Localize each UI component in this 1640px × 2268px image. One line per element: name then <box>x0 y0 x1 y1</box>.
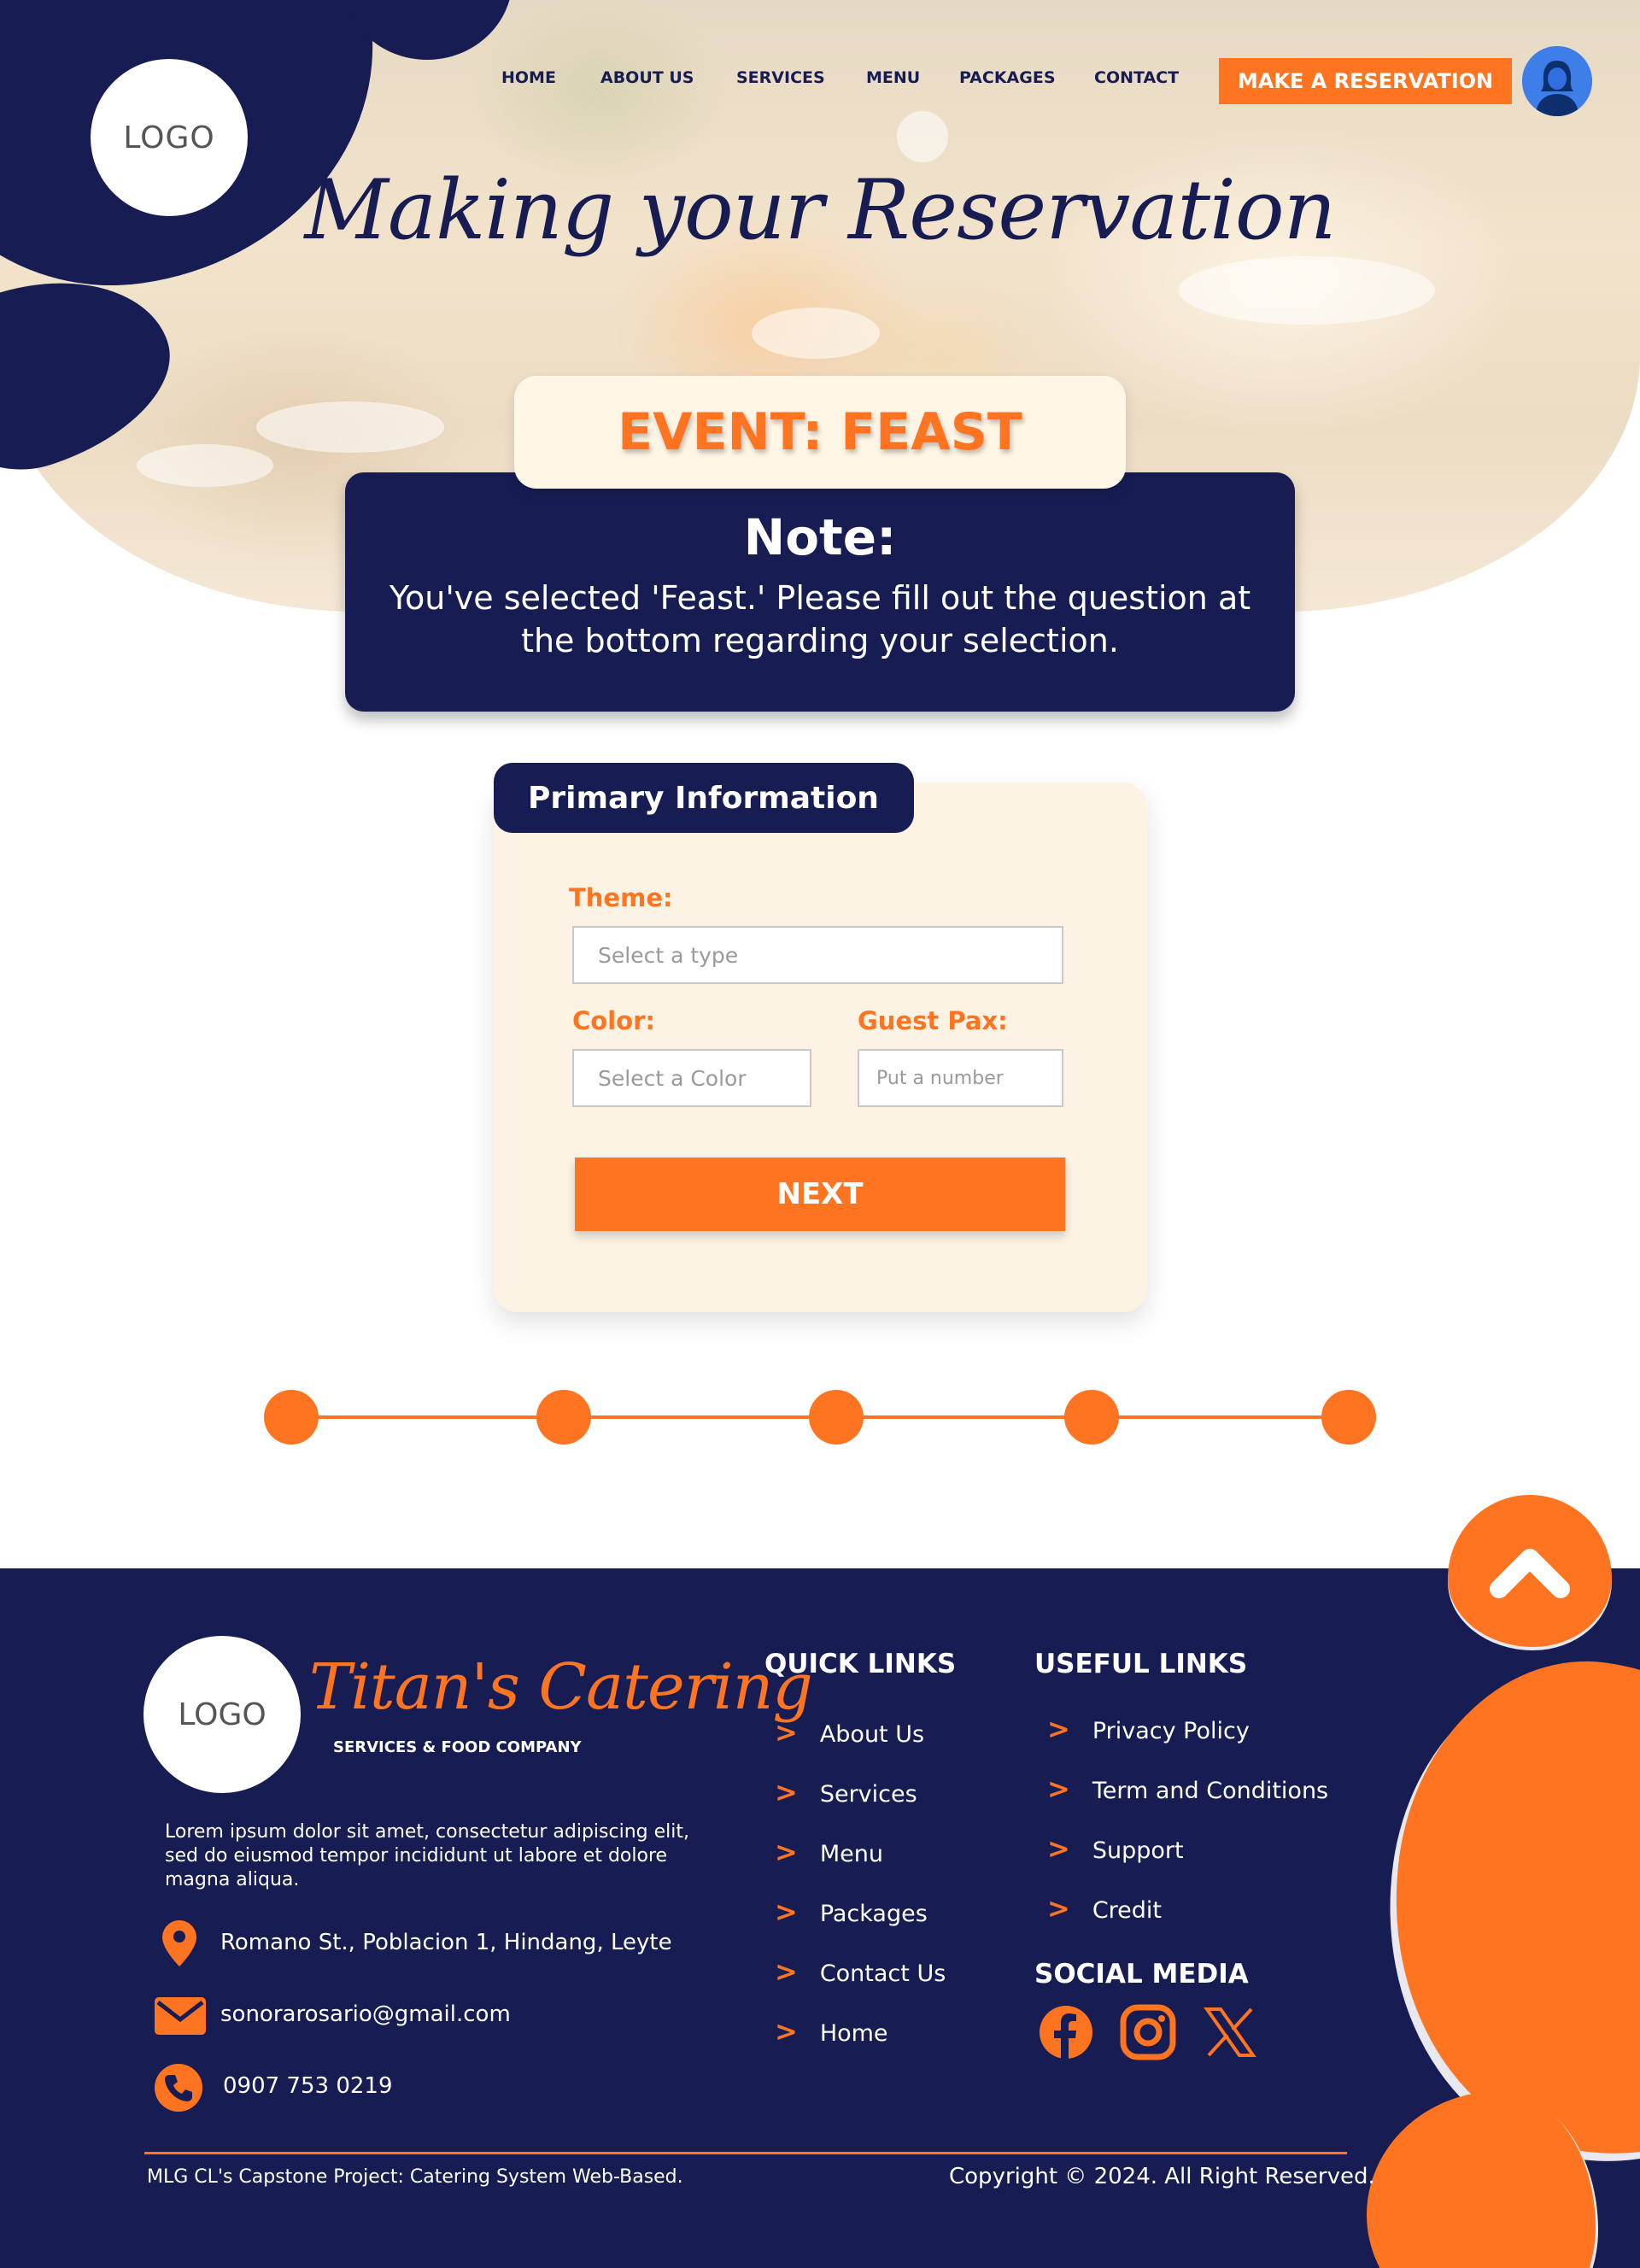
chevron-right-icon: > <box>775 1836 798 1868</box>
event-title: EVENT: FEAST <box>618 402 1022 462</box>
chevron-right-icon: > <box>775 1955 798 1988</box>
theme-select[interactable]: Select a type <box>572 926 1063 984</box>
step-5[interactable] <box>1321 1390 1376 1445</box>
color-label: Color: <box>572 1006 655 1035</box>
location-pin-icon <box>162 1920 196 1966</box>
brand-tagline: SERVICES & FOOD COMPANY <box>333 1738 582 1756</box>
quick-link-menu[interactable]: > Menu <box>775 1836 883 1868</box>
quick-link-home[interactable]: > Home <box>775 2015 888 2048</box>
hero-decor <box>1179 256 1435 325</box>
quick-link-label: Services <box>819 1781 917 1808</box>
useful-link-credit[interactable]: > Credit <box>1047 1892 1162 1925</box>
quick-link-label: Home <box>819 2020 888 2047</box>
hero-decor <box>256 401 444 453</box>
nav-packages[interactable]: PACKAGES <box>959 68 1056 87</box>
footer-address: Romano St., Poblacion 1, Hindang, Leyte <box>220 1930 672 1955</box>
guest-pax-input[interactable]: Put a number <box>858 1049 1063 1107</box>
chevron-up-icon <box>1490 1549 1570 1598</box>
next-button[interactable]: NEXT <box>575 1157 1065 1231</box>
quick-link-label: Contact Us <box>819 1960 946 1987</box>
event-banner: EVENT: FEAST <box>514 376 1126 489</box>
chevron-right-icon: > <box>1047 1832 1070 1865</box>
quick-links-title: QUICK LINKS <box>764 1649 957 1679</box>
reservation-form-card <box>494 782 1147 1312</box>
nav-services[interactable]: SERVICES <box>736 68 825 87</box>
useful-link-label: Support <box>1092 1837 1184 1864</box>
useful-links-title: USEFUL LINKS <box>1034 1649 1248 1679</box>
quick-link-label: Menu <box>819 1841 883 1867</box>
useful-link-support[interactable]: > Support <box>1047 1832 1184 1865</box>
nav-about-us[interactable]: ABOUT US <box>600 68 694 87</box>
page-title: Making your Reservation <box>304 162 1337 258</box>
chevron-right-icon: > <box>1047 1773 1070 1805</box>
footer-description: Lorem ipsum dolor sit amet, consectetur … <box>165 1821 689 1890</box>
hero-decor <box>897 111 948 162</box>
theme-label: Theme: <box>569 883 673 912</box>
guest-pax-label: Guest Pax: <box>858 1006 1008 1035</box>
phone-icon <box>155 2064 202 2112</box>
step-3[interactable] <box>809 1390 864 1445</box>
step-2[interactable] <box>536 1390 591 1445</box>
scroll-to-top-button[interactable] <box>1448 1495 1612 1647</box>
color-select[interactable]: Select a Color <box>572 1049 811 1107</box>
footer-email[interactable]: sonorarosario@gmail.com <box>220 2001 511 2027</box>
footer-logo[interactable]: LOGO <box>144 1636 301 1793</box>
instagram-icon[interactable] <box>1120 2004 1176 2060</box>
brand-name: Titan's Catering <box>309 1650 813 1724</box>
quick-link-about-us[interactable]: > About Us <box>775 1716 924 1749</box>
chevron-right-icon: > <box>775 1896 798 1928</box>
step-1[interactable] <box>264 1390 319 1445</box>
footer-phone[interactable]: 0907 753 0219 <box>223 2073 393 2099</box>
x-icon[interactable] <box>1202 2004 1258 2060</box>
project-credit: MLG CL's Capstone Project: Catering Syst… <box>147 2166 683 2188</box>
nav-home[interactable]: HOME <box>501 68 556 87</box>
nav-contact[interactable]: CONTACT <box>1094 68 1179 87</box>
useful-link-label: Credit <box>1092 1897 1163 1924</box>
footer-divider <box>144 2152 1347 2154</box>
quick-link-services[interactable]: > Services <box>775 1776 917 1808</box>
nav-menu[interactable]: MENU <box>866 68 920 87</box>
quick-link-label: Packages <box>819 1901 928 1927</box>
email-icon <box>155 1997 206 2035</box>
note-title: Note: <box>743 508 897 566</box>
copyright: Copyright © 2024. All Right Reserved. <box>949 2164 1375 2189</box>
chevron-right-icon: > <box>775 1716 798 1749</box>
social-media-title: SOCIAL MEDIA <box>1034 1959 1249 1990</box>
user-avatar-icon[interactable] <box>1522 46 1592 116</box>
quick-link-contact-us[interactable]: > Contact Us <box>775 1955 946 1988</box>
note-box: Note: You've selected 'Feast.' Please fi… <box>345 472 1295 712</box>
chevron-right-icon: > <box>775 1776 798 1808</box>
useful-link-privacy-policy[interactable]: > Privacy Policy <box>1047 1713 1250 1745</box>
useful-link-label: Term and Conditions <box>1092 1778 1329 1804</box>
useful-link-label: Privacy Policy <box>1092 1718 1250 1744</box>
quick-link-label: About Us <box>819 1721 925 1748</box>
hero-decor <box>137 444 273 487</box>
note-text: You've selected 'Feast.' Please fill out… <box>389 579 1251 659</box>
useful-link-terms[interactable]: > Term and Conditions <box>1047 1773 1328 1805</box>
hero-decor <box>752 308 880 359</box>
facebook-icon[interactable] <box>1038 2004 1094 2060</box>
form-section-title: Primary Information <box>494 763 914 833</box>
chevron-right-icon: > <box>1047 1892 1070 1925</box>
step-4[interactable] <box>1064 1390 1119 1445</box>
chevron-right-icon: > <box>775 2015 798 2048</box>
quick-link-packages[interactable]: > Packages <box>775 1896 928 1928</box>
make-reservation-button[interactable]: MAKE A RESERVATION <box>1219 58 1512 104</box>
chevron-right-icon: > <box>1047 1713 1070 1745</box>
